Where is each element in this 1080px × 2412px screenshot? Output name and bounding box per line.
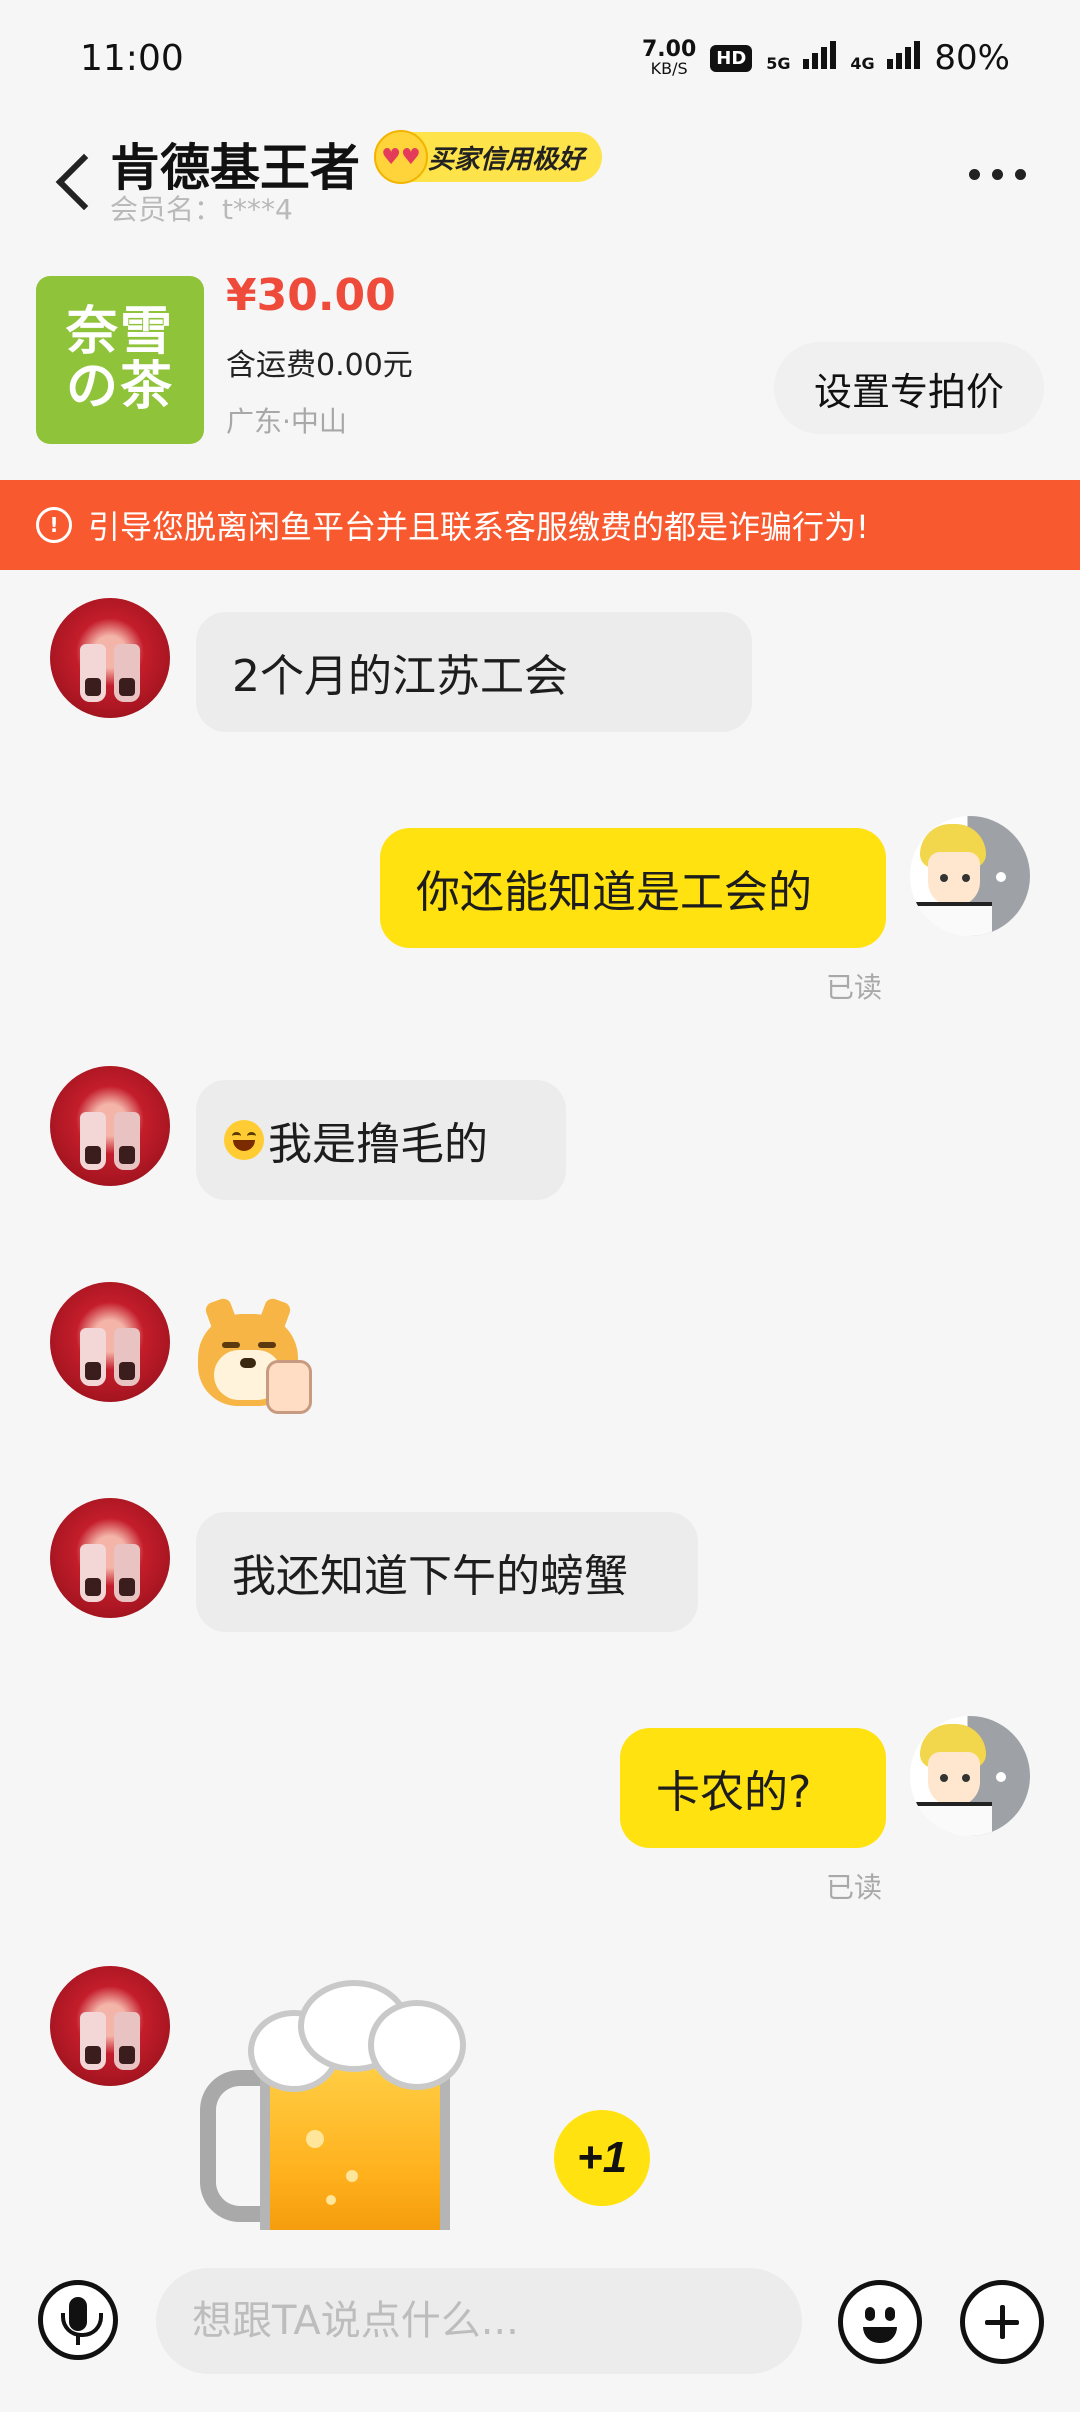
product-card[interactable]: 奈雪 の茶 ¥30.00 含运费0.00元 广东·中山 设置专拍价	[0, 270, 1080, 480]
more-dots-icon	[968, 168, 980, 180]
message-text: 我是撸毛的	[268, 1119, 488, 1170]
doge-thumbs-up-sticker[interactable]	[196, 1296, 312, 1416]
fraud-warning-text: 引导您脱离闲鱼平台并且联系客服缴费的都是诈骗行为!	[88, 508, 869, 546]
message-bubble[interactable]: 我是撸毛的	[196, 1080, 566, 1200]
product-thumbnail[interactable]: 奈雪 の茶	[36, 276, 204, 444]
message-input-bar	[0, 2230, 1080, 2412]
heart-eyes-icon: ♥♥	[374, 130, 428, 184]
product-location: 广东·中山	[226, 405, 347, 438]
product-thumbnail-logo: 奈雪 の茶	[65, 301, 174, 417]
signal-5g-label: 5G	[766, 54, 791, 73]
smiley-icon	[865, 2307, 875, 2321]
battery-level: 80%	[934, 38, 1010, 78]
thumbs-up-icon	[266, 1360, 312, 1414]
hd-icon: HD	[710, 44, 753, 72]
more-button[interactable]	[962, 154, 1032, 194]
emoji-button[interactable]	[838, 2280, 922, 2364]
read-receipt: 已读	[826, 1871, 883, 1904]
plus-one-reaction-button[interactable]: +1	[554, 2110, 650, 2206]
network-speed: 7.00 KB/S	[641, 36, 697, 78]
laughing-crying-emoji-icon	[224, 1120, 264, 1160]
fraud-warning-banner: ! 引导您脱离闲鱼平台并且联系客服缴费的都是诈骗行为!	[0, 480, 1080, 570]
signal-4g-label: 4G	[850, 54, 875, 73]
signal-5g-icon: 5G	[766, 38, 837, 78]
product-price: ¥30.00	[226, 270, 396, 321]
network-speed-unit: KB/S	[650, 58, 688, 78]
status-icons: 7.00 KB/S HD 5G 4G 80%	[642, 38, 1010, 78]
message-bubble[interactable]: 卡农的?	[620, 1728, 886, 1848]
seller-avatar[interactable]	[50, 1282, 170, 1402]
seller-avatar[interactable]	[50, 598, 170, 718]
seller-avatar[interactable]	[50, 1966, 170, 2086]
message-input[interactable]	[156, 2268, 802, 2374]
voice-input-button[interactable]	[38, 2280, 118, 2360]
alert-circle-icon: !	[36, 507, 72, 543]
beer-foam	[248, 1980, 466, 2092]
network-speed-value: 7.00	[641, 36, 697, 62]
set-special-price-button[interactable]: 设置专拍价	[774, 342, 1044, 434]
credit-badge-label: 买家信用极好	[428, 144, 585, 175]
back-button[interactable]	[48, 132, 113, 232]
self-avatar[interactable]	[910, 1716, 1030, 1836]
product-shipping: 含运费0.00元	[226, 348, 413, 383]
signal-4g-icon: 4G	[850, 38, 921, 78]
status-bar: 11:00 7.00 KB/S HD 5G 4G 80%	[0, 0, 1080, 120]
chevron-left-icon	[55, 153, 113, 211]
seller-avatar[interactable]	[50, 1498, 170, 1618]
message-bubble[interactable]: 你还能知道是工会的	[380, 828, 886, 948]
beer-mug-sticker[interactable]	[196, 1980, 496, 2240]
seller-avatar[interactable]	[50, 1066, 170, 1186]
add-attachment-button[interactable]	[960, 2280, 1044, 2364]
read-receipt: 已读	[826, 971, 883, 1004]
credit-badge[interactable]: ♥♥ 买家信用极好	[374, 130, 603, 184]
status-time: 11:00	[80, 38, 184, 79]
message-bubble[interactable]: 2个月的江苏工会	[196, 612, 752, 732]
message-bubble[interactable]: 我还知道下午的螃蟹	[196, 1512, 698, 1632]
self-avatar[interactable]	[910, 816, 1030, 936]
chat-header: 肯德基王者 ♥♥ 买家信用极好 会员名：t***4	[0, 120, 1080, 270]
member-name: 会员名：t***4	[110, 193, 293, 226]
